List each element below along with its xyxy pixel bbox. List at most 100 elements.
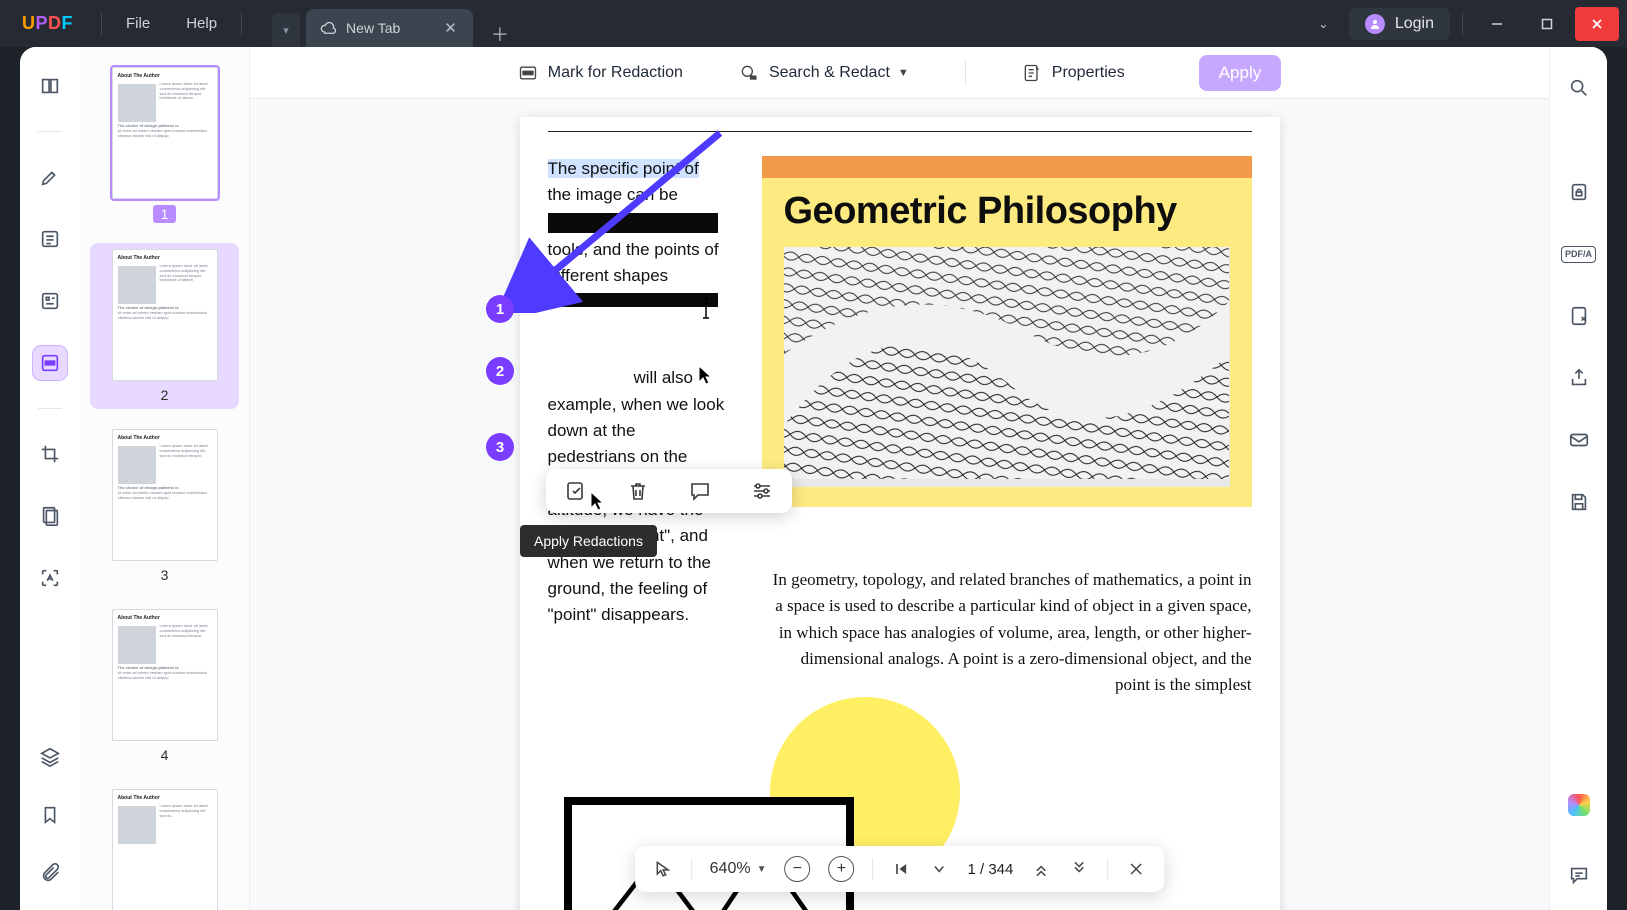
tooltip: Apply Redactions bbox=[520, 525, 657, 557]
attachment-button[interactable] bbox=[33, 856, 67, 890]
body-text: the image can be bbox=[548, 185, 678, 204]
thumbnail-panel[interactable]: About The Author Lorem ipsum dolor sit a… bbox=[80, 47, 250, 910]
redaction-mark[interactable] bbox=[548, 213, 718, 233]
bookmark-button[interactable] bbox=[33, 798, 67, 832]
hero-image bbox=[784, 247, 1230, 487]
annotation-badge-1: 1 bbox=[486, 295, 514, 323]
tab-close-icon[interactable]: ✕ bbox=[444, 19, 457, 37]
cloud-icon bbox=[320, 20, 336, 36]
left-text-column: The specific point of the image can be t… bbox=[548, 156, 728, 699]
tab-stub[interactable]: ▾ bbox=[272, 13, 300, 47]
pdfa-button[interactable]: PDF/A bbox=[1562, 237, 1596, 271]
tab-label: New Tab bbox=[346, 20, 400, 36]
title-bar: UPDF File Help ▾ New Tab ✕ ＋ ⌄ Login bbox=[0, 0, 1627, 47]
thumbnail-number: 2 bbox=[161, 387, 169, 403]
search-button[interactable] bbox=[1562, 71, 1596, 105]
login-label: Login bbox=[1395, 15, 1434, 33]
reader-tool[interactable] bbox=[33, 69, 67, 103]
thumbnail-number: 3 bbox=[161, 567, 169, 583]
close-bar-button[interactable] bbox=[1126, 859, 1146, 879]
export-button[interactable] bbox=[1562, 299, 1596, 333]
page-rule bbox=[548, 131, 1252, 132]
redaction-context-toolbar bbox=[546, 469, 792, 513]
separator bbox=[691, 858, 692, 880]
workspace: About The Author Lorem ipsum dolor sit a… bbox=[20, 47, 1607, 910]
thumbnail-page-4[interactable]: About The Author Lorem ipsum dolor sit a… bbox=[90, 603, 239, 769]
zoom-in-button[interactable]: + bbox=[828, 856, 854, 882]
page-up-button[interactable] bbox=[1031, 859, 1051, 879]
zoom-dropdown[interactable]: 640% ▼ bbox=[710, 860, 767, 878]
tab-add-button[interactable]: ＋ bbox=[479, 21, 521, 47]
search-redact-button[interactable]: Search & Redact ▼ bbox=[739, 63, 909, 83]
form-tool[interactable] bbox=[33, 284, 67, 318]
window-close-button[interactable] bbox=[1575, 7, 1619, 41]
separator bbox=[1462, 13, 1463, 35]
settings-button[interactable] bbox=[750, 479, 774, 503]
ocr-tool[interactable] bbox=[33, 561, 67, 595]
comment-button[interactable] bbox=[688, 479, 712, 503]
thumbnail-page-3[interactable]: About The Author Lorem ipsum dolor sit a… bbox=[90, 423, 239, 589]
divider bbox=[38, 131, 62, 132]
search-label: Search & Redact bbox=[769, 64, 890, 82]
crop-tool[interactable] bbox=[33, 437, 67, 471]
thumbnail-page-2[interactable]: About The Author Lorem ipsum dolor sit a… bbox=[90, 243, 239, 409]
thumbnail-number: 1 bbox=[153, 205, 177, 223]
hero-accent-bar bbox=[762, 156, 1252, 178]
thumbnail-page-1[interactable]: About The Author Lorem ipsum dolor sit a… bbox=[90, 61, 239, 229]
apply-redactions-button[interactable] bbox=[564, 479, 588, 503]
redact-toolbar: Mark for Redaction Search & Redact ▼ Pro… bbox=[250, 47, 1549, 99]
right-paragraph: In geometry, topology, and related branc… bbox=[762, 567, 1252, 699]
divider bbox=[38, 408, 62, 409]
separator bbox=[241, 13, 242, 35]
separator bbox=[872, 858, 873, 880]
separator bbox=[1107, 858, 1108, 880]
document-area: Mark for Redaction Search & Redact ▼ Pro… bbox=[250, 47, 1549, 910]
properties-label: Properties bbox=[1052, 64, 1125, 82]
thumbnail-number: 4 bbox=[161, 747, 169, 763]
select-mode-button[interactable] bbox=[653, 859, 673, 879]
menu-file[interactable]: File bbox=[108, 15, 168, 32]
organize-tool[interactable] bbox=[33, 499, 67, 533]
email-button[interactable] bbox=[1562, 423, 1596, 457]
edit-text-tool[interactable] bbox=[33, 222, 67, 256]
menu-help[interactable]: Help bbox=[168, 15, 235, 32]
page-indicator[interactable]: 1 / 344 bbox=[967, 861, 1013, 878]
mark-for-redaction-button[interactable]: Mark for Redaction bbox=[518, 63, 683, 83]
view-controls-bar: 640% ▼ − + 1 / 344 bbox=[635, 846, 1165, 892]
body-text: tools, and the points of different shape… bbox=[548, 240, 719, 285]
chevron-down-icon: ▼ bbox=[757, 864, 767, 875]
next-page-button[interactable] bbox=[929, 859, 949, 879]
right-tool-rail: PDF/A bbox=[1549, 47, 1607, 910]
zoom-value: 640% bbox=[710, 860, 751, 878]
highlight-tool[interactable] bbox=[33, 160, 67, 194]
left-tool-rail bbox=[20, 47, 80, 910]
window-minimize-button[interactable] bbox=[1475, 7, 1519, 41]
page-down-button[interactable] bbox=[1069, 859, 1089, 879]
protect-button[interactable] bbox=[1562, 175, 1596, 209]
first-page-button[interactable] bbox=[891, 859, 911, 879]
apply-button[interactable]: Apply bbox=[1199, 55, 1282, 91]
ai-assistant-button[interactable] bbox=[1568, 794, 1590, 816]
hero-title: Geometric Philosophy bbox=[762, 178, 1252, 247]
annotation-badge-3: 3 bbox=[486, 433, 514, 461]
app-logo: UPDF bbox=[0, 13, 95, 34]
chevron-down-icon[interactable]: ⌄ bbox=[1304, 16, 1343, 32]
redaction-mark[interactable] bbox=[548, 293, 718, 307]
thumbnail-page-5[interactable]: About The Author Lorem ipsum dolor sit a… bbox=[90, 783, 239, 910]
properties-button[interactable]: Properties bbox=[1022, 63, 1125, 83]
layers-button[interactable] bbox=[33, 740, 67, 774]
zoom-out-button[interactable]: − bbox=[784, 856, 810, 882]
window-maximize-button[interactable] bbox=[1525, 7, 1569, 41]
share-button[interactable] bbox=[1562, 361, 1596, 395]
tab-new[interactable]: New Tab ✕ bbox=[306, 9, 473, 47]
chat-button[interactable] bbox=[1562, 858, 1596, 892]
hero-card: Geometric Philosophy bbox=[762, 156, 1252, 507]
delete-button[interactable] bbox=[626, 479, 650, 503]
tabs-area: ▾ New Tab ✕ ＋ bbox=[272, 0, 521, 47]
pdf-page: The specific point of the image can be t… bbox=[520, 117, 1280, 910]
selected-text[interactable]: The specific point of bbox=[548, 159, 699, 178]
login-button[interactable]: Login bbox=[1349, 8, 1450, 40]
document-viewport[interactable]: The specific point of the image can be t… bbox=[250, 99, 1549, 910]
redact-tool[interactable] bbox=[33, 346, 67, 380]
save-button[interactable] bbox=[1562, 485, 1596, 519]
